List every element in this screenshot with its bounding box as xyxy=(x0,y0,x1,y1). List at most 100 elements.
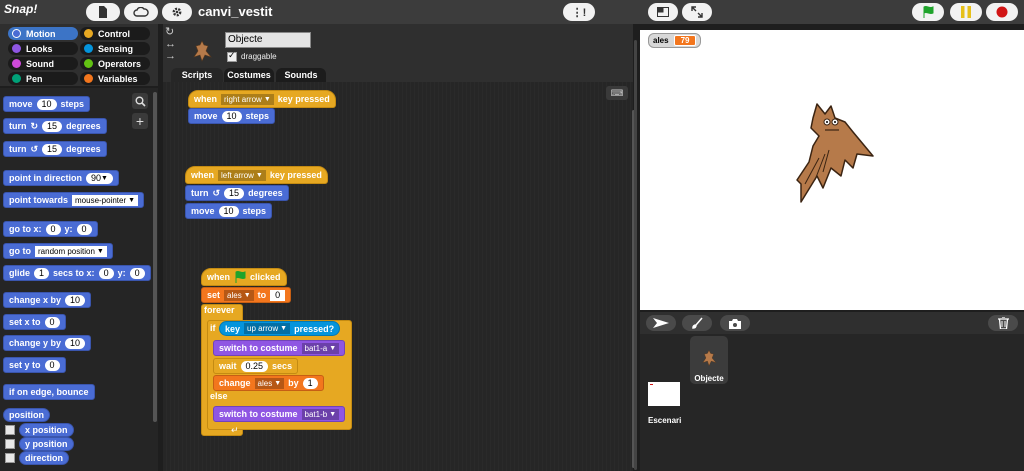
scripts-area[interactable]: ⌨ when right arrow ▼ key pressed move 10 step… xyxy=(163,82,635,471)
category-pen[interactable]: Pen xyxy=(8,72,78,85)
position-reporter[interactable]: position xyxy=(3,408,50,422)
secs-input[interactable]: 1 xyxy=(34,267,50,279)
value-input[interactable]: 10 xyxy=(65,294,86,306)
degrees-input[interactable]: 15 xyxy=(42,143,63,155)
bounce-block[interactable]: if on edge, bounce xyxy=(3,384,95,400)
move-block[interactable]: move 10 steps xyxy=(188,108,276,124)
go-to-block[interactable]: go to random position ▼ xyxy=(3,243,113,259)
key-dropdown[interactable]: left arrow ▼ xyxy=(218,169,266,181)
tab-costumes[interactable]: Costumes xyxy=(224,68,274,82)
trash-button[interactable] xyxy=(988,315,1018,331)
turn-clockwise-block[interactable]: turn ↻ 15 degrees xyxy=(3,118,107,134)
no-rotate-icon[interactable]: → xyxy=(165,50,176,62)
category-variables[interactable]: Variables xyxy=(80,72,150,85)
when-flag-clicked-hat[interactable]: when clicked xyxy=(201,268,287,286)
stepping-button[interactable]: ⋮! xyxy=(563,3,595,21)
file-menu-button[interactable] xyxy=(86,3,120,21)
y-input[interactable]: 0 xyxy=(76,223,92,235)
tab-sounds[interactable]: Sounds xyxy=(276,68,326,82)
wait-block[interactable]: wait 0.25 secs xyxy=(213,358,299,374)
set-y-block[interactable]: set y to 0 xyxy=(3,357,66,373)
bat-sprite-icon[interactable] xyxy=(795,96,875,206)
turn-counterclockwise-block[interactable]: turn ↺ 15 degrees xyxy=(3,141,107,157)
category-operators[interactable]: Operators xyxy=(80,57,150,70)
stage-thumbnail[interactable] xyxy=(648,382,680,406)
y-input[interactable]: 0 xyxy=(129,267,145,279)
move-block[interactable]: move 10 steps xyxy=(185,203,273,219)
variable-dropdown[interactable]: ales ▼ xyxy=(254,377,285,389)
value-input[interactable]: 0 xyxy=(270,289,286,301)
left-right-icon[interactable]: ↔ xyxy=(165,38,176,50)
sprite-tile[interactable]: Objecte xyxy=(690,336,728,384)
keyboard-entry-button[interactable]: ⌨ xyxy=(606,86,628,100)
cloud-menu-button[interactable] xyxy=(124,3,158,21)
switch-costume-block[interactable]: switch to costume bat1-a ▼ xyxy=(213,340,346,356)
sprite-name-field[interactable]: Objecte xyxy=(225,32,311,48)
rotate-icon[interactable]: ↻ xyxy=(165,26,176,38)
turn-counterclockwise-block[interactable]: turn ↺ 15 degrees xyxy=(185,185,289,201)
go-to-xy-block[interactable]: go to x: 0 y: 0 xyxy=(3,221,98,237)
value-input[interactable]: 0 xyxy=(44,316,60,328)
pane-divider[interactable] xyxy=(634,40,637,470)
direction-checkbox[interactable] xyxy=(5,453,15,463)
when-key-pressed-hat[interactable]: when right arrow ▼ key pressed xyxy=(188,90,336,108)
stage[interactable]: ales 79 xyxy=(640,30,1024,310)
pause-button[interactable] xyxy=(950,3,982,21)
change-x-block[interactable]: change x by 10 xyxy=(3,292,92,308)
make-block-button[interactable]: + xyxy=(132,113,148,129)
x-input[interactable]: 0 xyxy=(98,267,114,279)
when-key-pressed-hat[interactable]: when left arrow ▼ key pressed xyxy=(185,166,328,184)
point-towards-block[interactable]: point towards mouse-pointer ▼ xyxy=(3,192,145,208)
green-flag-button[interactable] xyxy=(912,3,944,21)
degrees-input[interactable]: 15 xyxy=(224,187,245,199)
search-blocks-button[interactable] xyxy=(132,93,148,109)
steps-input[interactable]: 10 xyxy=(218,205,239,217)
x-input[interactable]: 0 xyxy=(45,223,61,235)
category-looks[interactable]: Looks xyxy=(8,42,78,55)
secs-input[interactable]: 0.25 xyxy=(240,360,269,372)
y-position-reporter[interactable]: y position xyxy=(19,437,74,451)
paint-sprite-button[interactable] xyxy=(682,315,712,331)
key-dropdown[interactable]: up arrow ▼ xyxy=(244,323,291,334)
tab-scripts[interactable]: Scripts xyxy=(171,68,223,82)
costume-dropdown[interactable]: bat1-a ▼ xyxy=(301,342,340,354)
variable-dropdown[interactable]: ales ▼ xyxy=(224,289,254,301)
settings-button[interactable] xyxy=(162,3,192,21)
palette-scrollbar[interactable] xyxy=(153,92,157,422)
key-dropdown[interactable]: right arrow ▼ xyxy=(221,93,274,105)
fullscreen-button[interactable] xyxy=(682,3,712,21)
set-x-block[interactable]: set x to 0 xyxy=(3,314,66,330)
point-in-direction-block[interactable]: point in direction 90 ▼ xyxy=(3,170,119,186)
direction-reporter[interactable]: direction xyxy=(19,451,70,465)
towards-dropdown[interactable]: mouse-pointer ▼ xyxy=(72,194,139,206)
category-sensing[interactable]: Sensing xyxy=(80,42,150,55)
glide-block[interactable]: glide 1 secs to x: 0 y: 0 xyxy=(3,265,151,281)
switch-costume-block[interactable]: switch to costume bat1-b ▼ xyxy=(213,406,346,422)
turtle-sprite-button[interactable] xyxy=(646,315,676,331)
x-position-reporter[interactable]: x position xyxy=(19,423,74,437)
stage-size-button[interactable] xyxy=(648,3,678,21)
steps-input[interactable]: 10 xyxy=(221,110,242,122)
value-input[interactable]: 10 xyxy=(65,337,86,349)
steps-input[interactable]: 10 xyxy=(36,98,57,110)
camera-sprite-button[interactable] xyxy=(720,315,750,331)
change-variable-block[interactable]: change ales ▼ by 1 xyxy=(213,375,324,391)
costume-dropdown[interactable]: bat1-b ▼ xyxy=(301,408,340,420)
y-position-checkbox[interactable] xyxy=(5,439,15,449)
move-block[interactable]: move 10 steps xyxy=(3,96,91,112)
goto-dropdown[interactable]: random position ▼ xyxy=(35,245,107,257)
snap-logo[interactable]: Snap! xyxy=(4,2,44,22)
value-input[interactable]: 0 xyxy=(44,359,60,371)
category-motion[interactable]: Motion xyxy=(8,27,78,40)
change-y-block[interactable]: change y by 10 xyxy=(3,335,92,351)
set-variable-block[interactable]: set ales ▼ to 0 xyxy=(201,287,292,303)
category-control[interactable]: Control xyxy=(80,27,150,40)
variable-watcher[interactable]: ales 79 xyxy=(648,33,702,48)
value-input[interactable]: 1 xyxy=(302,377,318,389)
category-sound[interactable]: Sound xyxy=(8,57,78,70)
rotation-style-buttons[interactable]: ↻ ↔ → xyxy=(165,26,176,62)
degrees-input[interactable]: 15 xyxy=(42,120,63,132)
stop-button[interactable] xyxy=(986,3,1018,21)
x-position-checkbox[interactable] xyxy=(5,425,15,435)
key-pressed-predicate[interactable]: key up arrow ▼ pressed? xyxy=(219,321,341,336)
